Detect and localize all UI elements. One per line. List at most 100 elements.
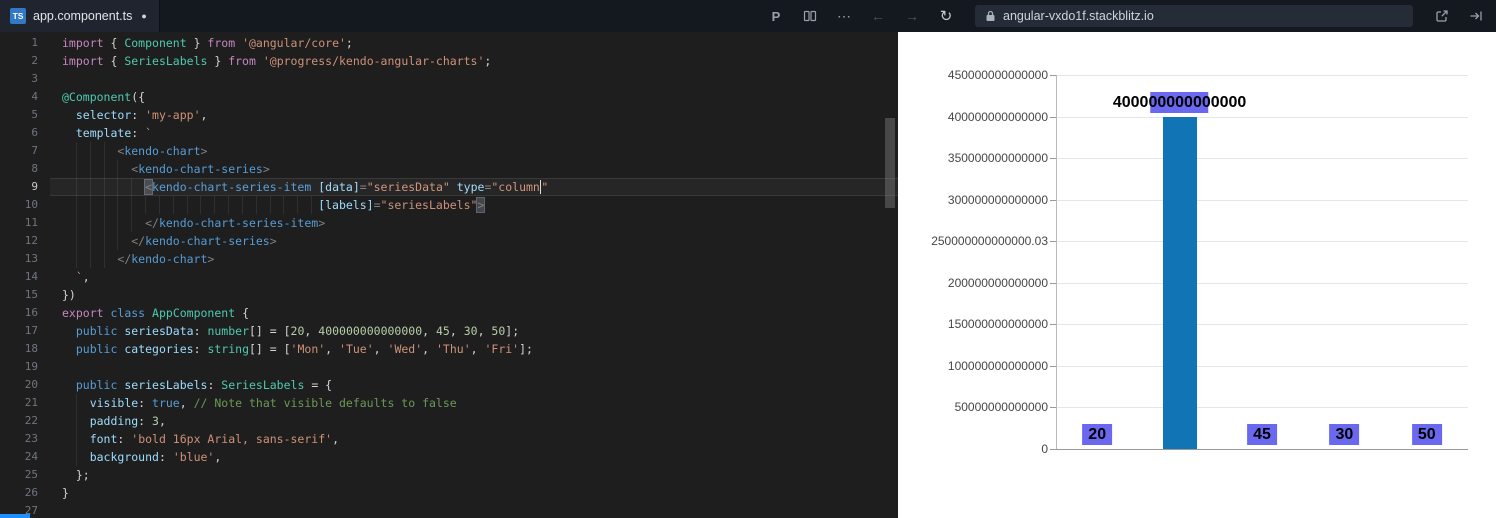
code-text: <kendo-chart>	[117, 144, 208, 158]
editor-tab[interactable]: TS app.component.ts ●	[0, 0, 160, 32]
line-number[interactable]: 16	[0, 304, 38, 322]
line-number[interactable]: 8	[0, 160, 38, 178]
topbar: TS app.component.ts ● P ⋯ ← → ↻ angular-…	[0, 0, 1496, 32]
prettier-format-button[interactable]: P	[766, 5, 786, 27]
more-options-button[interactable]: ⋯	[834, 5, 854, 27]
line-number[interactable]: 6	[0, 124, 38, 142]
editor-scrollbar[interactable]	[885, 118, 895, 208]
refresh-preview-button[interactable]: ↻	[936, 5, 956, 27]
code-line[interactable]: 8 <kendo-chart-series>	[0, 160, 898, 178]
code-editor[interactable]: 1 import { Component } from '@angular/cor…	[0, 32, 898, 518]
line-number[interactable]: 17	[0, 322, 38, 340]
line-number[interactable]: 21	[0, 394, 38, 412]
code-line[interactable]: 5 selector: 'my-app',	[0, 106, 898, 124]
x-axis-line	[1056, 449, 1468, 450]
code-line[interactable]: 21 visible: true, // Note that visible d…	[0, 394, 898, 412]
code-line[interactable]: 4 @Component({	[0, 88, 898, 106]
line-number[interactable]: 26	[0, 484, 38, 502]
code-text: <kendo-chart-series-item [data]="seriesD…	[144, 179, 549, 195]
line-number[interactable]: 24	[0, 448, 38, 466]
code-text: selector: 'my-app',	[75, 108, 208, 122]
code-line[interactable]: 20 public seriesLabels: SeriesLabels = {	[0, 376, 898, 394]
y-axis-label: 0	[1041, 442, 1048, 456]
code-line[interactable]: 12 </kendo-chart-series>	[0, 232, 898, 250]
code-line[interactable]: 7 <kendo-chart>	[0, 142, 898, 160]
code-text: import { Component } from '@angular/core…	[62, 36, 353, 50]
code-text: @Component({	[62, 90, 146, 104]
open-in-new-window-icon[interactable]	[1432, 5, 1452, 27]
code-text: public seriesData: number[] = [20, 40000…	[75, 324, 520, 338]
code-line[interactable]: 14 `,	[0, 268, 898, 286]
gridline	[1056, 283, 1468, 284]
tab-label: app.component.ts	[33, 9, 133, 23]
code-line[interactable]: 13 </kendo-chart>	[0, 250, 898, 268]
gridline	[1056, 241, 1468, 242]
line-number[interactable]: 20	[0, 376, 38, 394]
line-number[interactable]: 25	[0, 466, 38, 484]
code-line[interactable]: 26}	[0, 484, 898, 502]
code-line[interactable]: 9 <kendo-chart-series-item [data]="serie…	[0, 178, 898, 196]
preview-url-bar[interactable]: angular-vxdo1f.stackblitz.io	[975, 5, 1413, 27]
y-axis-label: 250000000000000.03	[931, 234, 1048, 248]
dock-preview-icon[interactable]	[1466, 5, 1486, 27]
code-line[interactable]: 17 public seriesData: number[] = [20, 40…	[0, 322, 898, 340]
line-number[interactable]: 23	[0, 430, 38, 448]
line-number[interactable]: 7	[0, 142, 38, 160]
lock-icon	[985, 10, 996, 22]
code-text: </kendo-chart-series>	[131, 234, 277, 248]
line-number[interactable]: 4	[0, 88, 38, 106]
y-axis-label: 50000000000000	[954, 400, 1048, 414]
code-line[interactable]: 10 [labels]="seriesLabels">	[0, 196, 898, 214]
line-number[interactable]: 1	[0, 34, 38, 52]
line-number[interactable]: 2	[0, 52, 38, 70]
line-number[interactable]: 13	[0, 250, 38, 268]
line-number[interactable]: 11	[0, 214, 38, 232]
line-number[interactable]: 15	[0, 286, 38, 304]
code-text: public categories: string[] = ['Mon', 'T…	[75, 342, 533, 356]
line-number[interactable]: 19	[0, 358, 38, 376]
status-accent	[0, 514, 30, 518]
line-number[interactable]: 14	[0, 268, 38, 286]
line-number[interactable]: 5	[0, 106, 38, 124]
line-number[interactable]: 3	[0, 70, 38, 88]
y-axis-label: 350000000000000	[947, 151, 1048, 165]
kendo-chart: 450000000000000 400000000000000 3500000000…	[898, 32, 1496, 518]
code-line[interactable]: 3	[0, 70, 898, 88]
code-text: template: `	[75, 126, 153, 140]
line-number[interactable]: 9	[0, 178, 38, 196]
y-axis-label: 100000000000000	[947, 359, 1048, 373]
split-editor-icon[interactable]	[800, 5, 820, 27]
y-axis-label: 200000000000000	[947, 276, 1048, 290]
line-number[interactable]: 10	[0, 196, 38, 214]
code-line[interactable]: 1 import { Component } from '@angular/cor…	[0, 34, 898, 52]
line-number[interactable]: 22	[0, 412, 38, 430]
chart-column	[1162, 116, 1197, 449]
y-axis-label: 300000000000000	[947, 193, 1048, 207]
code-line[interactable]: 18 public categories: string[] = ['Mon',…	[0, 340, 898, 358]
code-line[interactable]: 23 font: 'bold 16px Arial, sans-serif',	[0, 430, 898, 448]
code-line[interactable]: 22 padding: 3,	[0, 412, 898, 430]
preview-url: angular-vxdo1f.stackblitz.io	[1003, 9, 1154, 23]
code-text: public seriesLabels: SeriesLabels = {	[75, 378, 333, 392]
code-line[interactable]: 27	[0, 502, 898, 518]
code-line[interactable]: 11 </kendo-chart-series-item>	[0, 214, 898, 232]
y-axis-line	[1056, 75, 1057, 449]
code-line[interactable]: 2 import { SeriesLabels } from '@progress…	[0, 52, 898, 70]
code-line[interactable]: 25 };	[0, 466, 898, 484]
nav-back-button[interactable]: ←	[868, 5, 888, 27]
line-number[interactable]: 12	[0, 232, 38, 250]
series-label: 50	[1411, 424, 1442, 445]
y-axis-tick	[1050, 449, 1056, 450]
line-number[interactable]: 18	[0, 340, 38, 358]
nav-forward-button[interactable]: →	[902, 5, 922, 27]
code-line[interactable]: 16 export class AppComponent {	[0, 304, 898, 322]
code-line[interactable]: 24 background: 'blue',	[0, 448, 898, 466]
code-line[interactable]: 15})	[0, 286, 898, 304]
series-label: 400000000000000	[1111, 91, 1248, 113]
gridline	[1056, 200, 1468, 201]
y-axis-label: 450000000000000	[947, 68, 1048, 82]
code-line[interactable]: 6 template: `	[0, 124, 898, 142]
y-axis-label: 150000000000000	[947, 317, 1048, 331]
code-text: }	[62, 486, 69, 500]
code-line[interactable]: 19	[0, 358, 898, 376]
